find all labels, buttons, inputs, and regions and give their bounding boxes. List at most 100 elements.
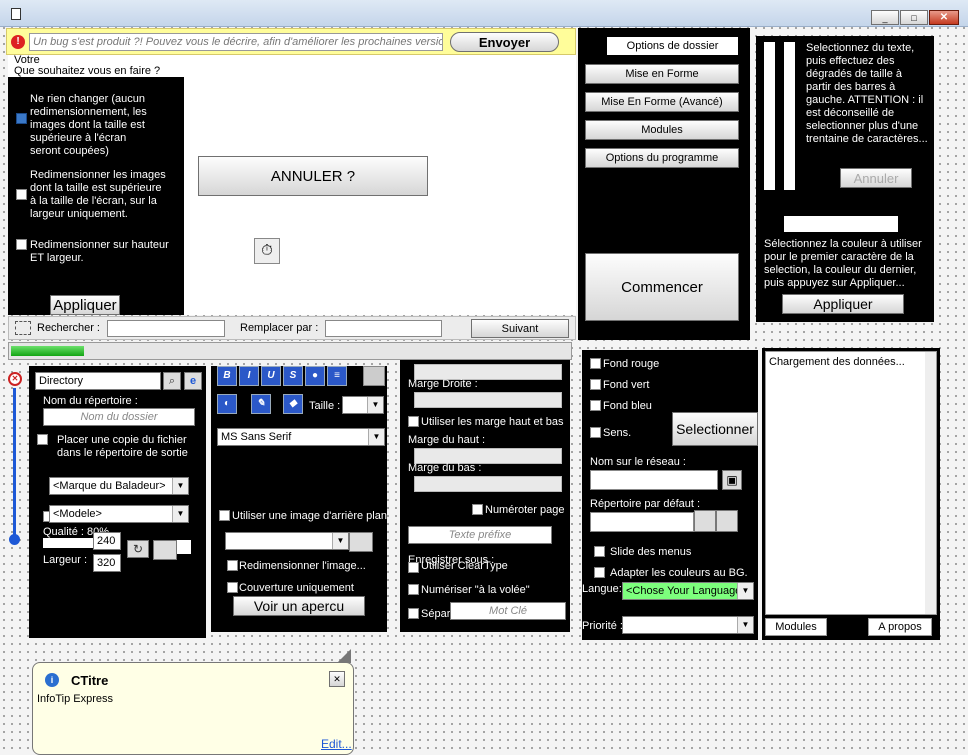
tool-3-icon[interactable]: S <box>283 366 303 386</box>
open-dir-button[interactable] <box>716 510 738 532</box>
bg-image-label: Utiliser une image d'arrière plan <box>232 510 387 522</box>
pen-icon[interactable]: ✎ <box>251 394 271 414</box>
next-button[interactable]: Suivant <box>471 319 569 338</box>
gradient-start-bar[interactable] <box>764 42 775 190</box>
lock-ratio-button[interactable] <box>153 540 177 560</box>
blue-bg-checkbox[interactable] <box>590 400 601 411</box>
number-page-checkbox[interactable] <box>472 504 483 515</box>
bug-description-input[interactable]: Un bug s'est produit ?! Pouvez vous le d… <box>29 33 443 51</box>
network-name-input[interactable] <box>590 470 718 490</box>
priority-label: Priorité : <box>582 620 623 632</box>
search-icon[interactable]: ⌕ <box>163 372 181 390</box>
start-button[interactable]: Commencer <box>585 253 739 321</box>
replace-label: Remplacer par : <box>240 322 319 334</box>
cover-only-checkbox[interactable] <box>227 582 238 593</box>
minimize-icon[interactable]: _ <box>871 10 899 25</box>
adapt-colors-checkbox[interactable] <box>594 567 605 578</box>
send-button[interactable]: Envoyer <box>450 32 559 52</box>
gradient-instructions: Selectionnez du texte, puis effectuez de… <box>806 42 928 145</box>
language-combo[interactable]: <Chose Your Language> ▼ <box>622 582 754 600</box>
red-bg-checkbox[interactable] <box>590 358 601 369</box>
default-dir-input[interactable] <box>590 512 694 532</box>
maximize-icon[interactable]: □ <box>900 10 928 25</box>
find-input[interactable] <box>107 320 225 337</box>
gradient-panel: Selectionnez du texte, puis effectuez de… <box>756 36 934 322</box>
keyword-input[interactable]: Mot Clé <box>450 602 566 620</box>
gradient-apply-button[interactable]: Appliquer <box>782 294 904 314</box>
palette-icon[interactable]: ◐ <box>217 394 237 414</box>
brand-combo[interactable]: <Marque du Baladeur> ▼ <box>49 477 189 495</box>
model-combo[interactable]: <Modele> ▼ <box>49 505 189 523</box>
tab-about[interactable]: A propos <box>868 618 932 636</box>
tab-modules[interactable]: Modules <box>765 618 827 636</box>
size-combo[interactable]: ▼ <box>342 396 384 414</box>
refresh-icon[interactable]: ↻ <box>127 540 149 558</box>
resize-image-checkbox[interactable] <box>227 560 238 571</box>
blue-bg-label: Fond bleu <box>603 400 652 412</box>
save-icon[interactable]: ▣ <box>722 470 742 490</box>
separator-checkbox[interactable] <box>408 608 419 619</box>
bg-image-checkbox[interactable] <box>219 510 230 521</box>
directory-panel: Directory ⌕ e Nom du répertoire : Nom du… <box>29 366 206 638</box>
quality-slider[interactable] <box>43 538 95 548</box>
margin-right-label: Marge Droite : <box>408 378 478 390</box>
language-value: <Chose Your Language> <box>626 585 748 597</box>
vertical-slider[interactable] <box>13 388 16 538</box>
log-scrollbar[interactable] <box>925 352 936 614</box>
menu-item-formatting[interactable]: Mise en Forme <box>585 64 739 84</box>
sens-checkbox[interactable] <box>590 427 601 438</box>
menu-item-program-options[interactable]: Options du programme <box>585 148 739 168</box>
keep-size-checkbox[interactable] <box>16 113 27 124</box>
prefix-input[interactable]: Texte préfixe <box>408 526 552 544</box>
width-resize-label: Redimensionner les images dont la taille… <box>30 169 166 220</box>
browse-image-button[interactable] <box>349 532 373 552</box>
cover-only-label: Couverture uniquement <box>239 582 354 594</box>
height-input[interactable]: 240 <box>93 532 121 550</box>
browser-icon[interactable]: e <box>184 372 202 390</box>
margin-right-input[interactable] <box>414 392 562 408</box>
stop-icon[interactable]: ✕ <box>8 372 22 386</box>
infotip-edit-link[interactable]: Edit... <box>321 737 352 751</box>
cancel-resize-button[interactable]: ANNULER ? <box>198 156 428 196</box>
select-button[interactable]: Selectionner <box>672 412 758 446</box>
tool-2-icon[interactable]: U <box>261 366 281 386</box>
menu-item-advanced-formatting[interactable]: Mise En Forme (Avancé) <box>585 92 739 112</box>
slider-thumb[interactable] <box>9 534 20 545</box>
menu-item-folder-options[interactable]: Options de dossier <box>606 36 739 56</box>
menu-item-modules[interactable]: Modules <box>585 120 739 140</box>
width-input[interactable]: 320 <box>93 554 121 572</box>
cleartype-checkbox[interactable] <box>408 562 419 573</box>
numbering-checkbox[interactable] <box>408 584 419 595</box>
browse-dir-button[interactable] <box>694 510 716 532</box>
tool-0-icon[interactable]: B <box>217 366 237 386</box>
close-icon[interactable]: ✕ <box>929 10 959 25</box>
full-resize-checkbox[interactable] <box>16 239 27 250</box>
eraser-icon[interactable] <box>363 366 385 386</box>
use-margins-checkbox[interactable] <box>408 416 419 427</box>
directory-combo[interactable]: Directory <box>35 372 161 390</box>
fill-icon[interactable]: ◆ <box>283 394 303 414</box>
gradient-cancel-button[interactable]: Annuler <box>840 168 912 188</box>
apply-resize-button[interactable]: Appliquer <box>50 295 120 315</box>
priority-combo[interactable]: ▼ <box>622 616 754 634</box>
color-preview-bar[interactable] <box>784 216 898 232</box>
replace-input[interactable] <box>325 320 442 337</box>
green-bg-label: Fond vert <box>603 379 650 391</box>
tool-4-icon[interactable]: ● <box>305 366 325 386</box>
bg-image-combo[interactable]: ▼ <box>225 532 349 550</box>
gradient-end-bar[interactable] <box>784 42 795 190</box>
info-icon: i <box>45 673 59 687</box>
folder-name-input[interactable]: Nom du dossier <box>43 408 195 426</box>
slide-menus-checkbox[interactable] <box>594 546 605 557</box>
tool-1-icon[interactable]: I <box>239 366 259 386</box>
copy-file-checkbox[interactable] <box>37 434 48 445</box>
preview-button[interactable]: Voir un apercu <box>233 596 365 616</box>
language-label: Langue: <box>582 583 622 595</box>
width-resize-checkbox[interactable] <box>16 189 27 200</box>
tool-5-icon[interactable]: ≡ <box>327 366 347 386</box>
bottom-margin-input[interactable] <box>414 476 562 492</box>
green-bg-checkbox[interactable] <box>590 379 601 390</box>
close-icon[interactable]: ✕ <box>329 671 345 687</box>
log-textarea[interactable]: Chargement des données... <box>765 351 937 615</box>
font-combo[interactable]: MS Sans Serif ▼ <box>217 428 385 446</box>
